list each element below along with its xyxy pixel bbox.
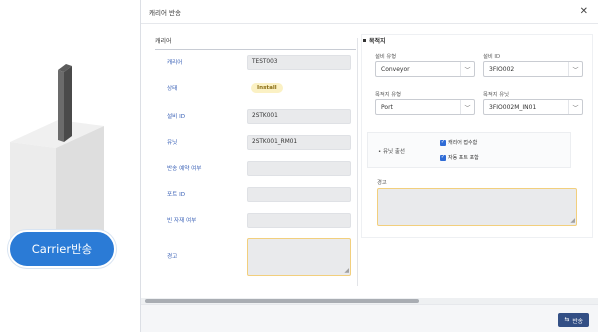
field-label: 설비 ID xyxy=(167,114,186,120)
field-unit: 유닛 2STK001_RM01 xyxy=(151,134,356,150)
destination-unit-select[interactable]: 3FIO002M_IN01 ﹀ xyxy=(483,99,583,115)
destination-unit-label: 목적지 유닛 xyxy=(483,92,510,98)
equipment-id-label: 설비 ID xyxy=(483,54,501,60)
chevron-down-icon: ﹀ xyxy=(568,100,582,114)
carrier-transfer-badge: Carrier반송 xyxy=(8,230,116,268)
equipment-type-label: 설비 유형 xyxy=(375,54,397,60)
destination-unit-group: 목적지 유닛 3FIO002M_IN01 ﹀ xyxy=(483,90,583,115)
reservation-value xyxy=(247,160,351,176)
field-equipment-id: 설비 ID 2STK001 xyxy=(151,108,356,124)
checkbox-checked-icon[interactable]: ✓ xyxy=(440,154,446,161)
equipment-id-select[interactable]: 3FIO002 ﹀ xyxy=(483,61,583,77)
chevron-down-icon: ﹀ xyxy=(568,62,582,76)
carrier-id-value: TEST003 xyxy=(247,54,351,70)
unit-value: 2STK001_RM01 xyxy=(247,134,351,150)
warning-textarea[interactable]: ◢ xyxy=(247,238,351,276)
field-label: 캐리어 xyxy=(167,60,183,66)
status-value-wrap: Install xyxy=(247,81,351,96)
equipment-id-select-value: 3FIO002 xyxy=(489,65,515,73)
field-label: 경고 xyxy=(167,254,178,260)
dialog-title: 캐리어 반송 xyxy=(149,8,181,17)
checkbox-carrier-accept[interactable]: ✓ 캐리어 접수함 xyxy=(440,139,477,146)
transfer-button-label: 반송 xyxy=(572,318,583,325)
destination-type-group: 목적지 유형 Port ﹀ xyxy=(375,90,475,115)
field-label: 포트 ID xyxy=(167,192,186,198)
chevron-down-icon: ﹀ xyxy=(460,62,474,76)
checkbox-label: 캐리어 접수함 xyxy=(448,140,478,146)
destination-warning-textarea[interactable]: ◢ xyxy=(377,188,577,226)
chevron-down-icon: ﹀ xyxy=(460,100,474,114)
destination-title-text: 목적지 xyxy=(369,38,386,45)
port-id-value xyxy=(247,186,351,202)
resize-handle-icon[interactable]: ◢ xyxy=(344,268,349,274)
field-label: 유닛 xyxy=(167,140,178,146)
carrier-transfer-dialog: 캐리어 반송 ✕ 캐리어 캐리어 TEST003 상태 Install 설비 I… xyxy=(140,0,598,332)
status-badge: Install xyxy=(251,83,283,93)
destination-unit-value: 3FIO002M_IN01 xyxy=(489,103,537,111)
section-divider xyxy=(357,38,358,286)
equipment-id-value: 2STK001 xyxy=(247,108,351,124)
empty-material-value xyxy=(247,212,351,228)
destination-type-select[interactable]: Port ﹀ xyxy=(375,99,475,115)
destination-section: 목적지 설비 유형 Conveyor ﹀ 설비 ID 3FIO002 ﹀ 목적지… xyxy=(363,36,591,232)
transfer-icon: ⇆ xyxy=(564,317,570,323)
checkbox-label: 자동 포트 포함 xyxy=(448,155,479,161)
field-reservation: 반송 예약 여부 xyxy=(151,160,356,176)
field-label: 상태 xyxy=(167,86,178,92)
destination-section-title: 목적지 xyxy=(363,36,591,49)
equipment-type-group: 설비 유형 Conveyor ﹀ xyxy=(375,52,475,77)
dialog-body: 캐리어 캐리어 TEST003 상태 Install 설비 ID 2STK001 xyxy=(141,24,598,298)
destination-type-label: 목적지 유형 xyxy=(375,92,402,98)
close-icon[interactable]: ✕ xyxy=(580,6,588,17)
checkbox-checked-icon[interactable]: ✓ xyxy=(440,139,446,146)
carrier-section-title: 캐리어 xyxy=(155,36,356,50)
dialog-footer: ⇆ 반송 xyxy=(141,304,598,332)
screen: Carrier반송 캐리어 반송 ✕ 캐리어 캐리어 TEST003 상태 In… xyxy=(0,0,598,332)
field-label: 반송 예약 여부 xyxy=(167,166,202,172)
equipment-id-group: 설비 ID 3FIO002 ﹀ xyxy=(483,52,583,77)
field-port-id: 포트 ID xyxy=(151,186,356,202)
field-empty-material: 빈 자재 여부 xyxy=(151,212,356,228)
equipment-type-select[interactable]: Conveyor ﹀ xyxy=(375,61,475,77)
destination-warning-label: 경고 xyxy=(377,180,387,186)
checkbox-auto-port[interactable]: ✓ 자동 포트 포함 xyxy=(440,154,479,161)
bullet-icon xyxy=(363,39,366,42)
stocker-cube-graphic xyxy=(10,64,104,262)
field-label: 빈 자재 여부 xyxy=(167,218,197,224)
carrier-section: 캐리어 캐리어 TEST003 상태 Install 설비 ID 2STK001 xyxy=(151,36,356,294)
dialog-header: 캐리어 반송 ✕ xyxy=(141,0,598,24)
resize-handle-icon[interactable]: ◢ xyxy=(570,218,575,224)
destination-type-value: Port xyxy=(381,103,393,111)
transfer-button[interactable]: ⇆ 반송 xyxy=(558,313,589,327)
field-status: 상태 Install xyxy=(151,80,356,96)
unit-option-box: • 유닛 출선 ✓ 캐리어 접수함 ✓ 자동 포트 포함 xyxy=(367,132,571,168)
equipment-type-value: Conveyor xyxy=(381,65,410,73)
scrollbar-thumb[interactable] xyxy=(145,299,419,303)
unit-option-label: • 유닛 출선 xyxy=(378,149,405,155)
field-carrier: 캐리어 TEST003 xyxy=(151,54,356,70)
carrier-illustration: Carrier반송 xyxy=(0,0,140,332)
